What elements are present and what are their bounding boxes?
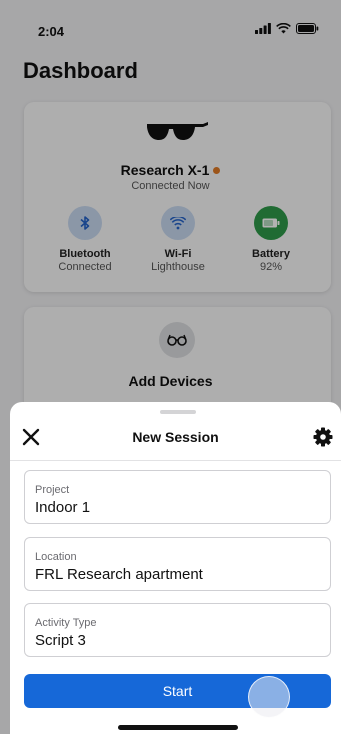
gear-icon[interactable] <box>313 427 333 447</box>
project-value: Indoor 1 <box>35 499 91 516</box>
activity-type-field[interactable]: Activity Type Script 3 <box>24 603 331 657</box>
activity-type-label: Activity Type <box>35 617 97 629</box>
project-label: Project <box>35 484 70 496</box>
location-field[interactable]: Location FRL Research apartment <box>24 537 331 591</box>
sheet-grabber[interactable] <box>160 410 196 414</box>
sheet-divider <box>10 460 341 461</box>
activity-type-value: Script 3 <box>35 632 86 649</box>
project-field[interactable]: Project Indoor 1 <box>24 470 331 524</box>
touch-indicator <box>248 676 290 718</box>
sheet-title: New Session <box>132 429 219 445</box>
location-label: Location <box>35 551 77 563</box>
new-session-sheet: New Session Project Indoor 1 Location FR… <box>10 402 341 734</box>
home-indicator[interactable] <box>118 725 238 730</box>
location-value: FRL Research apartment <box>35 566 203 583</box>
